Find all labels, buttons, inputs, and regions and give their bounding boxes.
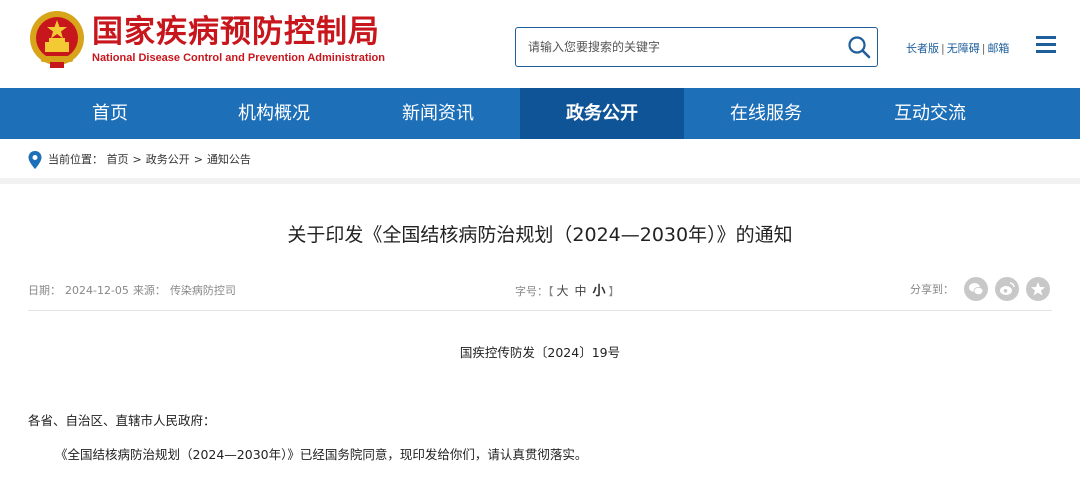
breadcrumb-government-affairs[interactable]: 政务公开 (146, 153, 190, 166)
section-divider (0, 178, 1080, 184)
article-body-paragraph: 《全国结核病防治规划（2024—2030年）》已经国务院同意，现印发给你们，请认… (55, 447, 588, 462)
document-number: 国疾控传防发〔2024〕19号 (459, 345, 621, 360)
date-label: 日期： (28, 284, 61, 297)
nav-item-news[interactable]: 新闻资讯 (356, 88, 520, 139)
breadcrumb-separator: > (132, 153, 142, 166)
nav-item-interaction[interactable]: 互动交流 (848, 88, 1012, 139)
search-input[interactable] (516, 28, 836, 66)
font-size-control: 字号：【大中小】 (515, 280, 620, 299)
main-nav: 首页 机构概况 新闻资讯 政务公开 在线服务 互动交流 (0, 88, 1080, 139)
breadcrumb-label: 当前位置： (48, 153, 103, 166)
nav-item-about[interactable]: 机构概况 (192, 88, 356, 139)
search-box (515, 27, 878, 67)
nav-item-home[interactable]: 首页 (28, 88, 192, 139)
font-size-open-bracket: 【 (548, 285, 554, 298)
salutation: 各省、自治区、直辖市人民政府： (28, 413, 216, 428)
location-pin-icon (28, 151, 42, 169)
qzone-icon[interactable] (1026, 277, 1050, 301)
font-size-close-bracket: 】 (608, 285, 620, 298)
font-size-label: 字号： (515, 285, 548, 298)
source-label: 来源： (132, 284, 166, 297)
wechat-icon[interactable] (964, 277, 988, 301)
share-label: 分享到： (910, 283, 954, 296)
font-size-small-button[interactable]: 小 (593, 284, 606, 299)
search-icon[interactable] (845, 33, 873, 61)
breadcrumb: 当前位置： 首页 > 政务公开 > 通知公告 (28, 150, 251, 170)
top-links: 长者版 | 无障碍 | 邮箱 (906, 40, 1009, 56)
nav-item-online-services[interactable]: 在线服务 (684, 88, 848, 139)
article-title: 关于印发《全国结核病防治规划（2024—2030年）》的通知 (287, 224, 793, 246)
font-size-medium-button[interactable]: 中 (575, 284, 587, 298)
publish-date: 2024-12-05 (65, 284, 129, 297)
accessibility-link[interactable]: 无障碍 (947, 42, 980, 55)
site-subtitle: National Disease Control and Prevention … (92, 52, 385, 64)
site-header: 国家疾病预防控制局 National Disease Control and P… (0, 0, 1080, 88)
link-separator: | (941, 42, 945, 55)
breadcrumb-home[interactable]: 首页 (107, 153, 129, 166)
site-title[interactable]: 国家疾病预防控制局 (92, 14, 380, 50)
weibo-icon[interactable] (995, 277, 1019, 301)
article-meta: 日期： 2024-12-05 来源： 传染病防控司 (28, 282, 240, 298)
breadcrumb-separator: > (193, 153, 203, 166)
meta-divider (28, 310, 1052, 311)
font-size-large-button[interactable]: 大 (557, 284, 569, 298)
article-source: 传染病防控司 (169, 284, 236, 297)
nav-item-government-affairs[interactable]: 政务公开 (520, 88, 684, 139)
link-separator: | (981, 42, 986, 55)
menu-icon[interactable] (1036, 36, 1056, 54)
breadcrumb-notices[interactable]: 通知公告 (207, 153, 251, 166)
elder-mode-link[interactable]: 长者版 (906, 42, 939, 55)
mailbox-link[interactable]: 邮箱 (987, 42, 1009, 55)
national-emblem-icon (30, 11, 84, 68)
